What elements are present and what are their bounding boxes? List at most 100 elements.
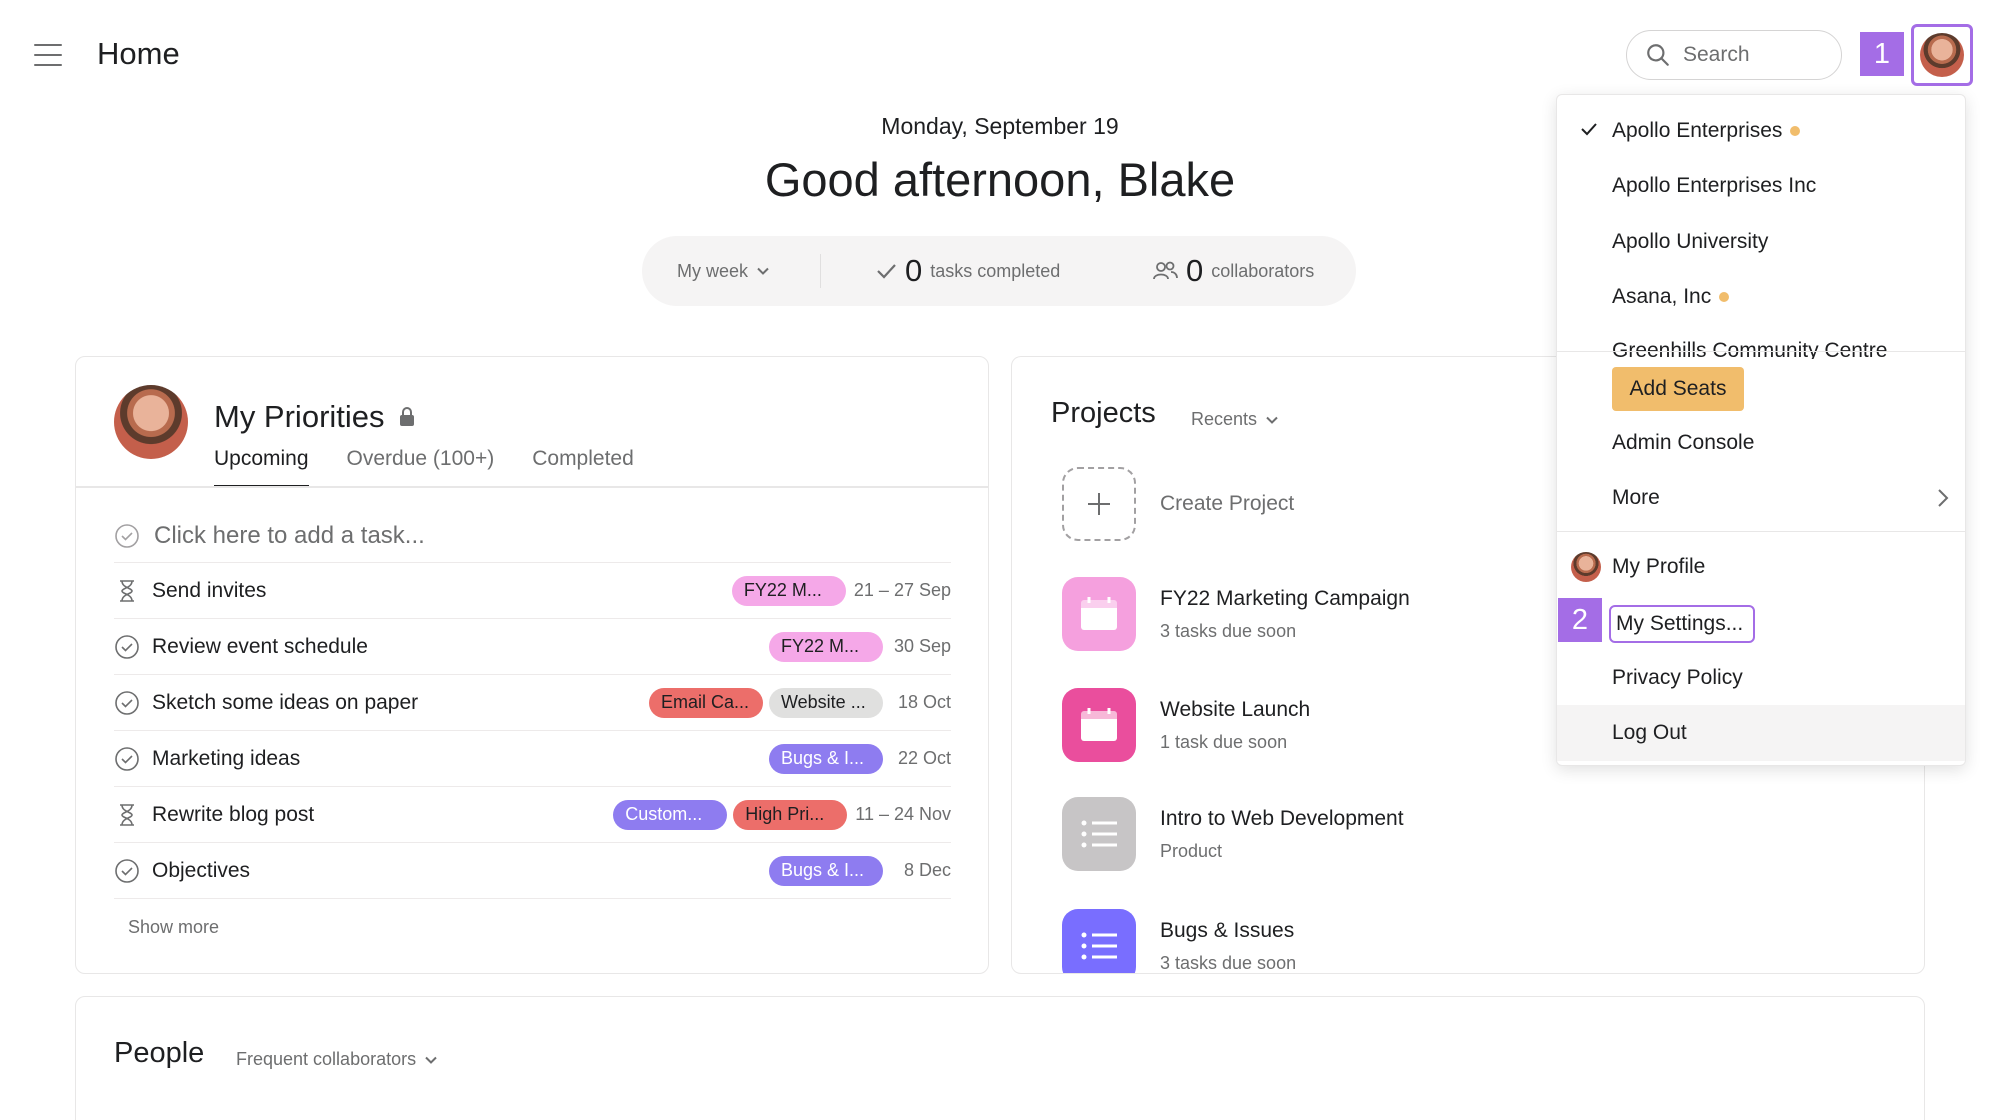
task-due-date: 18 Oct <box>897 692 951 712</box>
search-box[interactable] <box>1626 30 1842 80</box>
workspace-item[interactable]: Greenhills Community Centre <box>1557 339 1965 359</box>
people-card: People Frequent collaborators <box>75 996 1925 1120</box>
workspace-item[interactable]: Apollo Enterprises <box>1557 103 1965 159</box>
task-name: Review event schedule <box>152 634 368 658</box>
tab-overdue[interactable]: Overdue (100+) <box>347 447 495 488</box>
project-subtitle: Product <box>1160 840 1223 861</box>
task-row[interactable]: Rewrite blog post Custom... High Pri... … <box>114 787 951 843</box>
project-tag[interactable]: Custom... <box>613 799 728 830</box>
search-icon <box>1647 44 1669 66</box>
workspace-label: Greenhills Community Centre <box>1612 339 1888 359</box>
project-item[interactable]: Website Launch 1 task due soon <box>1062 688 1310 762</box>
task-name: Objectives <box>152 858 251 882</box>
privacy-policy-item[interactable]: Privacy Policy <box>1557 650 1965 706</box>
check-circle-icon[interactable] <box>114 746 140 772</box>
step-badge-2: 2 <box>1558 598 1602 642</box>
chevron-down-icon <box>1266 416 1278 424</box>
task-tags: FY22 M... <box>769 631 883 662</box>
workspace-label: Apollo Enterprises Inc <box>1612 174 1817 197</box>
people-icon <box>1153 261 1178 280</box>
user-avatar-button[interactable] <box>1911 24 1973 86</box>
task-name: Send invites <box>152 578 267 602</box>
project-name: Website Launch <box>1160 697 1311 721</box>
check-circle-icon[interactable] <box>114 634 140 660</box>
project-tag[interactable]: Website ... <box>769 687 883 718</box>
task-row[interactable]: Marketing ideas Bugs & I... 22 Oct <box>114 731 951 787</box>
task-due-date: 30 Sep <box>893 636 951 656</box>
hourglass-icon[interactable] <box>114 802 140 828</box>
page-title: Home <box>97 36 180 71</box>
project-item[interactable]: FY22 Marketing Campaign 3 tasks due soon <box>1062 577 1410 651</box>
workspace-label: Apollo University <box>1612 230 1769 253</box>
project-tag[interactable]: FY22 M... <box>769 631 883 662</box>
workspace-item[interactable]: Apollo University <box>1557 214 1965 270</box>
projects-filter-dropdown[interactable]: Recents <box>1191 409 1279 430</box>
create-project-button[interactable]: Create Project <box>1062 467 1294 541</box>
priorities-avatar <box>114 385 188 459</box>
task-row[interactable]: Objectives Bugs & I... 8 Dec <box>114 843 951 899</box>
task-row[interactable]: Review event schedule FY22 M... 30 Sep <box>114 619 951 675</box>
project-subtitle: 1 task due soon <box>1160 731 1288 752</box>
projects-title: Projects <box>1051 397 1156 429</box>
collaborators-label: collaborators <box>1211 260 1315 281</box>
task-tags: FY22 M... <box>731 575 846 606</box>
people-filter-label: Frequent collaborators <box>236 1049 417 1069</box>
priorities-tabs: Upcoming Overdue (100+) Completed <box>214 447 634 488</box>
task-due-date: 8 Dec <box>903 860 951 880</box>
project-tag[interactable]: High Pri... <box>733 799 848 830</box>
add-task-placeholder: Click here to add a task... <box>154 521 425 549</box>
task-tags: Custom... High Pri... <box>613 799 848 830</box>
project-subtitle: 3 tasks due soon <box>1160 952 1297 973</box>
workspace-label: Asana, Inc <box>1612 285 1712 308</box>
more-label: More <box>1612 486 1660 509</box>
priorities-title: My Priorities <box>214 399 415 435</box>
tab-completed[interactable]: Completed <box>532 447 634 488</box>
admin-console-item[interactable]: Admin Console <box>1557 415 1965 471</box>
project-subtitle: 3 tasks due soon <box>1160 620 1297 641</box>
lock-icon <box>399 407 414 426</box>
tasks-completed-count: 0 <box>905 253 923 288</box>
check-circle-icon[interactable] <box>114 690 140 716</box>
project-name: Intro to Web Development <box>1160 806 1404 830</box>
project-item[interactable]: Bugs & Issues 3 tasks due soon <box>1062 909 1296 974</box>
calendar-icon <box>1062 688 1136 762</box>
task-name: Marketing ideas <box>152 746 301 770</box>
workspace-item[interactable]: Asana, Inc <box>1557 269 1965 325</box>
hourglass-icon[interactable] <box>114 578 140 604</box>
more-item[interactable]: More <box>1557 470 1965 526</box>
priorities-title-text: My Priorities <box>214 399 385 434</box>
add-task-input[interactable]: Click here to add a task... <box>114 509 951 563</box>
check-circle-icon[interactable] <box>114 858 140 884</box>
show-more-link[interactable]: Show more <box>128 917 219 938</box>
my-profile-item[interactable]: My Profile <box>1557 539 1965 595</box>
workspace-item[interactable]: Apollo Enterprises Inc <box>1557 158 1965 214</box>
my-settings-item[interactable]: My Settings... <box>1609 605 1755 643</box>
stats-bar: My week 0 tasks completed 0 collaborator… <box>642 236 1356 306</box>
project-text: Intro to Web Development Product <box>1160 807 1404 862</box>
project-item[interactable]: Intro to Web Development Product <box>1062 797 1404 871</box>
tab-upcoming[interactable]: Upcoming <box>214 447 309 488</box>
task-row[interactable]: Send invites FY22 M... 21 – 27 Sep <box>114 563 951 619</box>
project-text: Bugs & Issues 3 tasks due soon <box>1160 919 1296 974</box>
tasks-completed-stat: 0 tasks completed <box>875 253 1060 289</box>
project-tag[interactable]: FY22 M... <box>731 575 846 606</box>
project-tag[interactable]: Email Ca... <box>649 687 763 718</box>
add-seats-button[interactable]: Add Seats <box>1612 367 1744 411</box>
checkmark-icon <box>1581 123 1597 136</box>
project-tag[interactable]: Bugs & I... <box>769 743 883 774</box>
log-out-item[interactable]: Log Out <box>1557 705 1965 761</box>
hamburger-menu-icon[interactable] <box>34 44 62 66</box>
project-tag[interactable]: Bugs & I... <box>769 855 883 886</box>
stats-divider <box>820 254 821 288</box>
checkmark-icon <box>877 264 896 279</box>
workspace-status-dot <box>1719 292 1730 302</box>
week-filter-dropdown[interactable]: My week <box>677 261 770 282</box>
tabs-divider <box>76 486 988 488</box>
task-row[interactable]: Sketch some ideas on paper Email Ca... W… <box>114 675 951 731</box>
search-input[interactable] <box>1683 43 1833 67</box>
task-due-date: 11 – 24 Nov <box>855 804 951 824</box>
project-text: Website Launch 1 task due soon <box>1160 698 1310 753</box>
task-tags: Email Ca... Website ... <box>649 687 883 718</box>
people-filter-dropdown[interactable]: Frequent collaborators <box>236 1049 438 1070</box>
collaborators-stat: 0 collaborators <box>1152 253 1314 289</box>
